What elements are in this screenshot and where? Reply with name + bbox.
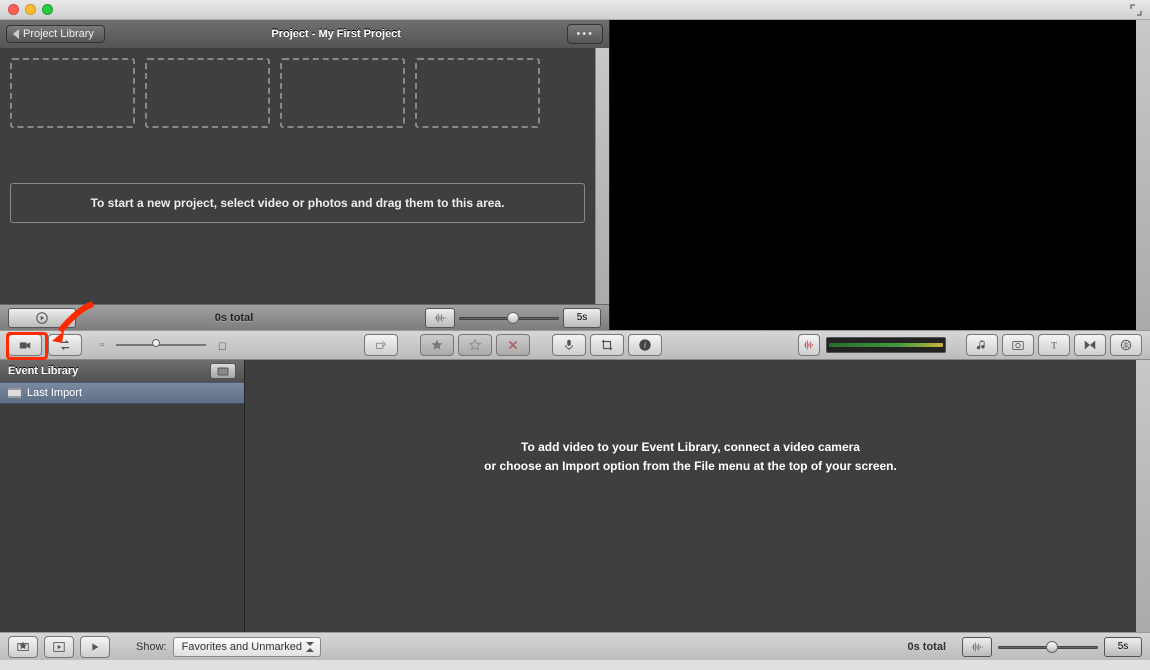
audio-meter-toggle[interactable] xyxy=(798,334,820,356)
zoom-window-button[interactable] xyxy=(42,4,53,15)
title-browser-button[interactable]: T xyxy=(1038,334,1070,356)
hard-drive-toggle-button[interactable] xyxy=(210,363,236,379)
sidebar-item-label: Last Import xyxy=(27,387,82,399)
unmark-button[interactable] xyxy=(458,334,492,356)
swap-layout-button[interactable] xyxy=(48,334,82,356)
photo-browser-button[interactable] xyxy=(1002,334,1034,356)
event-empty-message: To add video to your Event Library, conn… xyxy=(484,438,897,476)
show-filter-value: Favorites and Unmarked xyxy=(182,641,302,653)
play-project-button[interactable] xyxy=(8,308,76,328)
footer-bar: Show: Favorites and Unmarked 0s total 5s xyxy=(0,632,1150,660)
placeholder-thumbnails xyxy=(10,58,585,128)
project-scrollbar[interactable] xyxy=(595,48,609,304)
audio-level-meter xyxy=(826,337,946,353)
footer-waveform-toggle[interactable] xyxy=(962,637,992,657)
frame-small-icon: ▫ xyxy=(100,339,104,351)
event-sidebar-header: Event Library xyxy=(0,360,244,382)
sidebar-item-last-import[interactable]: Last Import xyxy=(0,382,244,404)
thumbnail-duration-button[interactable]: 5s xyxy=(563,308,601,328)
event-total-duration: 0s total xyxy=(907,641,956,653)
mark-favorite-button[interactable] xyxy=(420,334,454,356)
placeholder-thumb xyxy=(145,58,270,128)
thumbnail-size-slider[interactable] xyxy=(459,311,559,325)
play-selection-button[interactable] xyxy=(80,636,110,658)
window-titlebar xyxy=(0,0,1150,20)
viewer-scrollbar[interactable] xyxy=(1136,20,1150,330)
placeholder-thumb xyxy=(280,58,405,128)
svg-text:T: T xyxy=(1051,341,1057,352)
middle-toolbar: ▫ ◻ i xyxy=(0,330,1150,360)
bottom-section: Event Library Last Import To add video t… xyxy=(0,360,1150,632)
dropzone-text: To start a new project, select video or … xyxy=(91,196,505,210)
event-empty-line2: or choose an Import option from the File… xyxy=(484,457,897,476)
viewer-pane xyxy=(610,20,1136,330)
event-sidebar: Event Library Last Import xyxy=(0,360,245,632)
close-window-button[interactable] xyxy=(8,4,19,15)
project-library-back-button[interactable]: Project Library xyxy=(6,25,105,43)
project-options-button[interactable]: ••• xyxy=(567,24,603,44)
back-button-label: Project Library xyxy=(23,28,94,40)
event-thumb-slider[interactable] xyxy=(116,342,206,348)
event-empty-line1: To add video to your Event Library, conn… xyxy=(484,438,897,457)
inspector-button[interactable]: i xyxy=(628,334,662,356)
thumb-duration-label: 5s xyxy=(577,312,588,323)
clip-icon xyxy=(8,388,21,398)
footer-thumb-duration[interactable]: 5s xyxy=(1104,637,1142,657)
project-meta-bar: 0s total 5s xyxy=(0,304,609,330)
import-camera-button[interactable] xyxy=(8,334,42,356)
fullscreen-icon[interactable] xyxy=(1130,4,1142,16)
frame-large-icon: ◻ xyxy=(218,339,227,352)
event-pane: To add video to your Event Library, conn… xyxy=(245,360,1150,632)
project-pane: Project Library Project - My First Proje… xyxy=(0,20,610,330)
music-browser-button[interactable] xyxy=(966,334,998,356)
placeholder-thumb xyxy=(10,58,135,128)
keyword-filter-button[interactable] xyxy=(8,636,38,658)
project-header: Project Library Project - My First Proje… xyxy=(0,20,609,48)
project-thumb-controls: 5s xyxy=(425,308,601,328)
minimize-window-button[interactable] xyxy=(25,4,36,15)
voiceover-button[interactable] xyxy=(552,334,586,356)
drag-to-project-button[interactable] xyxy=(364,334,398,356)
event-scrollbar[interactable] xyxy=(1136,360,1150,632)
top-section: Project Library Project - My First Proje… xyxy=(0,20,1150,330)
traffic-lights xyxy=(8,4,53,15)
show-filter-select[interactable]: Favorites and Unmarked xyxy=(173,637,321,657)
project-total-duration: 0s total xyxy=(84,312,384,324)
waveform-toggle-button[interactable] xyxy=(425,308,455,328)
project-title: Project - My First Project xyxy=(113,28,560,40)
project-dropzone[interactable]: To start a new project, select video or … xyxy=(10,183,585,223)
footer-thumb-slider[interactable] xyxy=(998,640,1098,654)
svg-text:i: i xyxy=(643,341,645,350)
event-body[interactable]: To add video to your Event Library, conn… xyxy=(245,360,1136,632)
maps-browser-button[interactable] xyxy=(1110,334,1142,356)
event-library-title: Event Library xyxy=(8,365,78,377)
play-fullscreen-button[interactable] xyxy=(44,636,74,658)
placeholder-thumb xyxy=(415,58,540,128)
transition-browser-button[interactable] xyxy=(1074,334,1106,356)
project-body[interactable]: To start a new project, select video or … xyxy=(0,48,595,304)
footer-dur-label: 5s xyxy=(1118,641,1129,652)
sidebar-empty-area xyxy=(0,404,244,632)
reject-button[interactable] xyxy=(496,334,530,356)
crop-button[interactable] xyxy=(590,334,624,356)
show-label: Show: xyxy=(136,641,167,653)
